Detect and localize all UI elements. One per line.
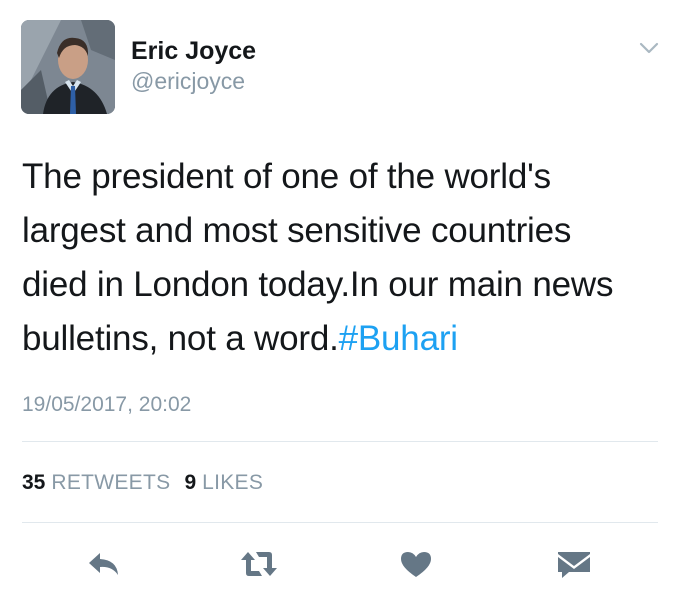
divider [22,522,658,523]
action-bar [0,542,680,586]
tweet-text-line: bulletins, not a word.#Buhari [22,312,662,366]
tweet-text-line: The president of one of the world's [22,157,551,196]
hashtag-link[interactable]: #Buhari [339,319,458,358]
retweet-icon [241,552,277,576]
avatar[interactable] [21,20,115,114]
like-button[interactable] [394,542,438,586]
timestamp[interactable]: 19/05/2017, 20:02 [22,392,191,418]
likes-count: 9 [184,471,197,494]
reply-button[interactable] [82,542,126,586]
display-name[interactable]: Eric Joyce [131,36,256,66]
tweet-text-line: largest and most sensitive countries [22,211,572,250]
tweet-card: Eric Joyce @ericjoyce The president of o… [0,0,680,597]
tweet-header: Eric Joyce @ericjoyce [21,20,256,114]
retweets-label: RETWEETS [51,471,171,494]
author-names: Eric Joyce @ericjoyce [131,36,256,95]
retweet-button[interactable] [237,542,281,586]
chevron-down-icon[interactable] [636,38,662,58]
heart-icon [401,552,431,577]
retweets-count: 35 [22,471,46,494]
tweet-text-line: died in London today.In our main news [22,265,614,304]
avatar-image [21,20,115,114]
reply-icon [89,553,118,575]
tweet-stats: 35 RETWEETS 9 LIKES [22,470,263,496]
tweet-text-line-body: bulletins, not a word. [22,319,339,358]
retweets-stat[interactable]: 35 RETWEETS [22,470,170,496]
screen-name[interactable]: @ericjoyce [131,67,256,95]
direct-message-button[interactable] [552,542,596,586]
likes-stat[interactable]: 9 LIKES [184,470,263,496]
envelope-icon [558,552,590,578]
divider [22,441,658,442]
likes-label: LIKES [202,471,264,494]
tweet-text: The president of one of the world's larg… [22,150,662,366]
